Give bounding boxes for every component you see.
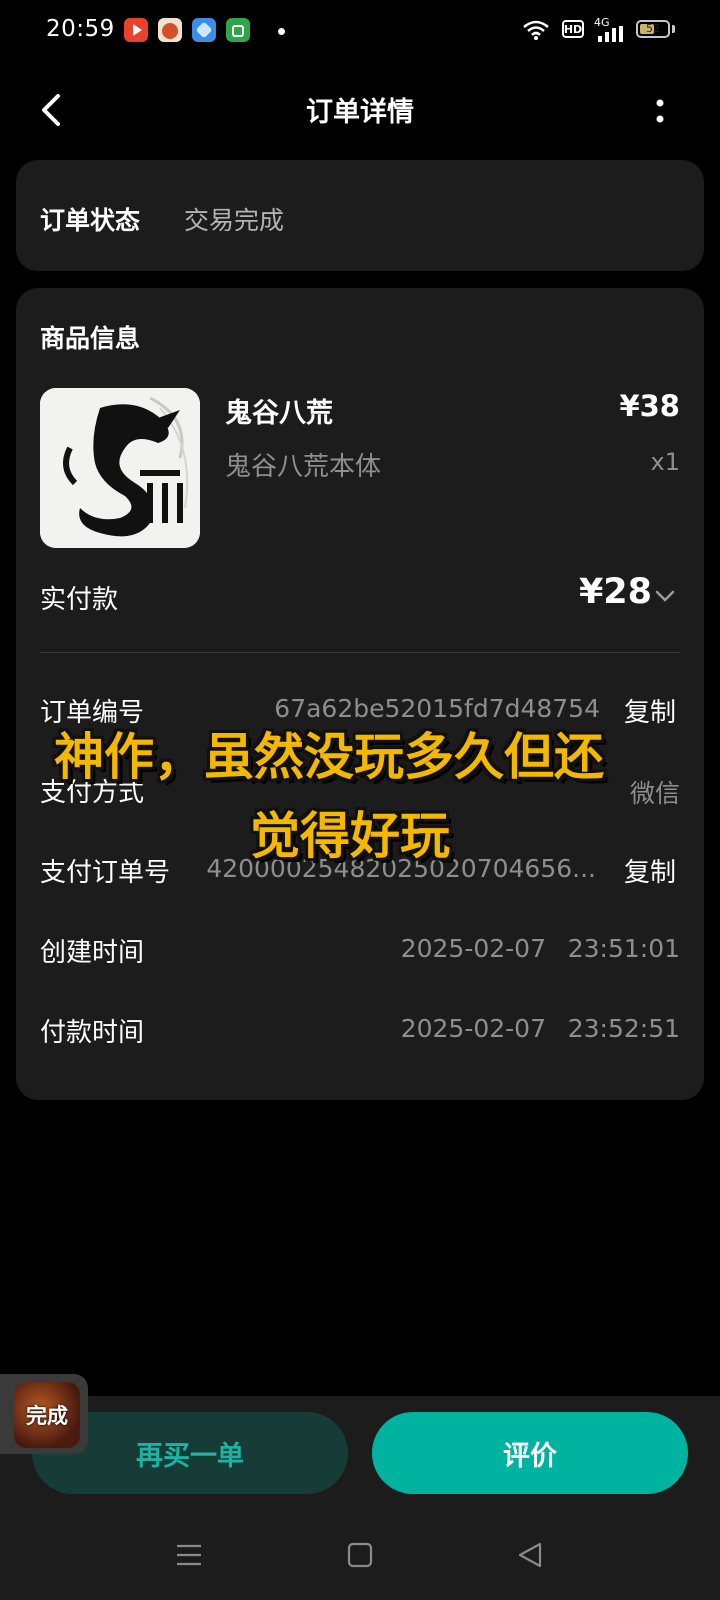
product-quantity: x1 [650,448,680,476]
product-name: 鬼谷八荒 [225,398,333,429]
order-status-value: 交易完成 [184,206,285,235]
payment-order-number-label: 支付订单号 [40,858,171,888]
menu-icon [177,1544,201,1566]
square-icon [347,1542,373,1568]
created-time: 23:51:01 [567,934,680,963]
order-number-value: 67a62be52015fd7d48754 [274,694,600,723]
review-button[interactable]: 评价 [372,1412,688,1494]
more-vertical-icon [656,99,664,123]
paid-date: 2025-02-07 [400,1014,546,1043]
product-variant: 鬼谷八荒本体 [225,452,382,482]
dragon-artwork-icon [40,388,200,548]
copy-order-number-button[interactable]: 复制 [624,692,676,729]
signal-icon [598,26,623,42]
paid-time-label: 付款时间 [40,1018,145,1048]
order-status-label: 订单状态 [40,206,141,235]
recent-apps-button[interactable] [174,1540,204,1570]
created-time-label: 创建时间 [40,938,145,968]
product-thumbnail[interactable] [40,388,200,548]
hd-badge: HD [562,20,584,38]
wifi-icon [523,20,549,40]
battery-percent: 52 [646,22,660,35]
paid-amount-label: 实付款 [40,585,119,615]
created-date: 2025-02-07 [400,934,546,963]
goods-section-title: 商品信息 [40,324,141,353]
game-app-icon [158,18,182,42]
paid-time: 23:52:51 [567,1014,680,1043]
caption-line-2: 觉得好玩 [250,807,450,865]
notification-dot [278,28,285,35]
order-number-label: 订单编号 [40,698,145,728]
video-app-icon [124,18,148,42]
chevron-down-icon[interactable] [654,585,676,607]
page-title: 订单详情 [306,97,414,128]
more-button[interactable] [650,94,670,130]
copy-payment-order-button[interactable]: 复制 [624,852,676,889]
triangle-back-icon [518,1542,542,1568]
divider [40,652,680,653]
product-price: ¥38 [619,389,680,423]
floating-done-badge[interactable]: 完成 [14,1382,80,1448]
battery-icon: 52 [636,20,670,38]
caption-line-1: 神作，虽然没玩多久但还 [54,728,604,786]
home-button[interactable] [345,1540,375,1570]
paid-amount-value[interactable]: ¥28 [520,572,652,612]
nav-back-button[interactable] [516,1540,546,1570]
store-app-icon [226,18,250,42]
status-time: 20:59 [46,16,115,42]
browser-app-icon [192,18,216,42]
battery-tip [672,25,675,33]
status-bar: 20:59 HD 4G 52 [0,0,720,64]
